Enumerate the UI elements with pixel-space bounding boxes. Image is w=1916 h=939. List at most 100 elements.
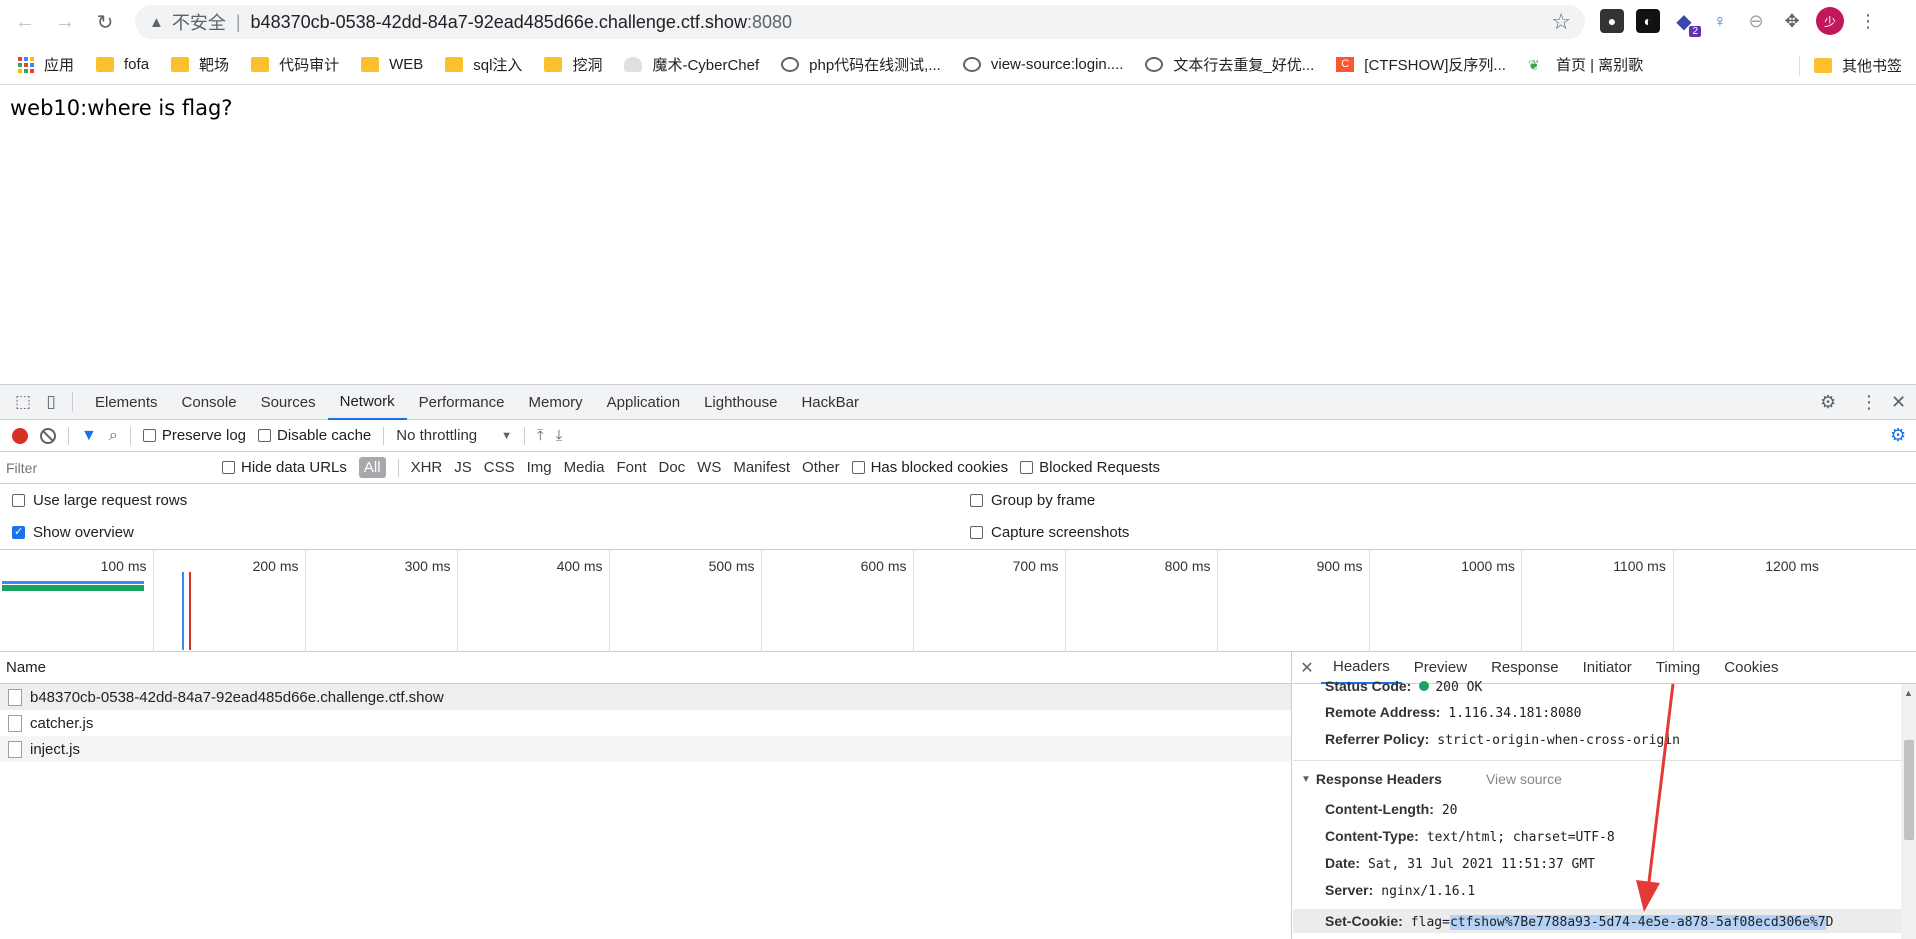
checkbox-box: [12, 494, 25, 507]
incognito-ext-icon[interactable]: ●: [1600, 9, 1624, 33]
back-icon[interactable]: ←: [10, 8, 40, 38]
folder-icon: [251, 57, 270, 72]
large-rows-checkbox[interactable]: Use large request rows: [12, 492, 187, 509]
response-headers-section[interactable]: ▼ Response Headers View source: [1301, 771, 1562, 787]
throttling-select[interactable]: No throttling ▼: [396, 427, 512, 444]
show-overview-checkbox[interactable]: Show overview: [12, 524, 134, 541]
filter-funnel-icon[interactable]: ▼: [81, 427, 97, 445]
tab-hackbar[interactable]: HackBar: [789, 385, 871, 420]
minus-circle-icon[interactable]: ⊖: [1744, 9, 1768, 33]
device-toolbar-icon[interactable]: ▯: [40, 391, 62, 413]
tab-performance[interactable]: Performance: [407, 385, 517, 420]
header-set-cookie[interactable]: Set-Cookie: flag=ctfshow%7Be7788a93-5d74-…: [1293, 909, 1901, 933]
bookmark-label: 应用: [44, 57, 75, 74]
tab-network[interactable]: Network: [327, 385, 407, 420]
settings-gear-icon[interactable]: ⚙: [1820, 392, 1836, 413]
bookmark-label: view-source:login....: [990, 56, 1124, 73]
filter-type-doc[interactable]: Doc: [658, 459, 685, 476]
filter-type-font[interactable]: Font: [616, 459, 646, 476]
export-har-icon[interactable]: ⤓: [556, 427, 563, 444]
ext-badge: 2: [1689, 26, 1701, 37]
bookmark-dedupe[interactable]: 文本行去重复_好优...: [1145, 54, 1314, 75]
close-devtools-icon[interactable]: ✕: [1891, 392, 1906, 413]
scroll-up-icon[interactable]: ▲: [1904, 688, 1913, 698]
hide-data-urls-checkbox[interactable]: Hide data URLs: [222, 459, 347, 476]
clear-icon[interactable]: [40, 427, 56, 444]
bookmark-lbg[interactable]: ❦ 首页 | 离别歌: [1528, 54, 1643, 75]
header-date: Date: Sat, 31 Jul 2021 11:51:37 GMT: [1325, 855, 1595, 872]
tab-lighthouse[interactable]: Lighthouse: [692, 385, 789, 420]
response-headers-title: Response Headers: [1315, 771, 1442, 787]
forward-icon[interactable]: →: [50, 8, 80, 38]
pin-ext-icon[interactable]: ♀: [1708, 9, 1732, 33]
bookmark-web[interactable]: WEB: [361, 56, 423, 73]
tab-memory[interactable]: Memory: [517, 385, 595, 420]
has-blocked-cookies-checkbox[interactable]: Has blocked cookies: [851, 459, 1008, 476]
network-settings-gear-icon[interactable]: ⚙: [1890, 425, 1906, 446]
menu-kebab-icon[interactable]: ⋮: [1856, 9, 1880, 33]
network-overview-timeline[interactable]: 100 ms 200 ms 300 ms 400 ms 500 ms 600 ms 700 …: [0, 550, 1916, 652]
bookmark-apps[interactable]: 应用: [18, 54, 74, 75]
filter-type-css[interactable]: CSS: [484, 459, 515, 476]
filter-type-all[interactable]: All: [358, 457, 386, 478]
scrollbar-thumb[interactable]: [1904, 740, 1914, 840]
tab-application[interactable]: Application: [595, 385, 692, 420]
detail-tab-cookies[interactable]: Cookies: [1712, 652, 1790, 684]
tab-elements[interactable]: Elements: [83, 385, 170, 420]
cookie-prefix: flag=: [1410, 915, 1450, 930]
preserve-log-checkbox[interactable]: Preserve log: [142, 427, 246, 444]
detail-tab-timing[interactable]: Timing: [1644, 652, 1712, 684]
bookmark-sqli[interactable]: sql注入: [445, 54, 522, 75]
bookmark-code-audit[interactable]: 代码审计: [251, 54, 339, 75]
more-options-icon[interactable]: ⋮: [1860, 392, 1878, 413]
address-bar[interactable]: ▲ 不安全 | b48370cb-0538-42dd-84a7-92ead485…: [135, 5, 1585, 39]
inspect-element-icon[interactable]: ⬚: [12, 391, 34, 413]
disable-cache-checkbox[interactable]: Disable cache: [258, 427, 371, 444]
hackbar-ext-icon[interactable]: ◆ 2: [1672, 9, 1701, 37]
header-key: Content-Type:: [1325, 828, 1419, 844]
search-icon[interactable]: ⌕: [109, 427, 118, 445]
filter-input[interactable]: [6, 456, 210, 479]
detail-tab-initiator[interactable]: Initiator: [1571, 652, 1644, 684]
detail-tab-response[interactable]: Response: [1479, 652, 1571, 684]
filter-type-img[interactable]: Img: [527, 459, 552, 476]
name-column-header[interactable]: Name: [0, 652, 1291, 684]
record-icon[interactable]: [12, 427, 28, 444]
filter-bar: Hide data URLs All XHR JS CSS Img Media …: [0, 452, 1916, 484]
detail-scrollbar[interactable]: ▲: [1901, 684, 1916, 939]
bookmark-star-icon[interactable]: ☆: [1551, 9, 1571, 35]
filter-type-other[interactable]: Other: [802, 459, 840, 476]
group-by-frame-checkbox[interactable]: Group by frame: [970, 492, 1095, 509]
filter-type-xhr[interactable]: XHR: [411, 459, 443, 476]
request-row[interactable]: b48370cb-0538-42dd-84a7-92ead485d66e.cha…: [0, 684, 1291, 710]
timeline-tick-label: 900 ms: [1316, 558, 1363, 574]
bookmark-vuln-hunt[interactable]: 挖洞: [544, 54, 602, 75]
filter-type-manifest[interactable]: Manifest: [733, 459, 790, 476]
puzzle-extensions-icon[interactable]: ✥: [1780, 9, 1804, 33]
view-source-link[interactable]: View source: [1486, 771, 1562, 787]
filter-type-js[interactable]: JS: [454, 459, 472, 476]
bookmarks-bar: 应用 fofa 靶场 代码审计 WEB sql注入 挖洞 魔术-CyberChe…: [0, 45, 1916, 85]
bookmark-php-test[interactable]: php代码在线测试,...: [781, 54, 941, 75]
capture-screenshots-checkbox[interactable]: Capture screenshots: [970, 524, 1129, 541]
tab-console[interactable]: Console: [170, 385, 249, 420]
ghost-ext-icon[interactable]: ◐: [1636, 9, 1660, 33]
other-bookmarks[interactable]: 其他书签: [1798, 55, 1902, 76]
tab-sources[interactable]: Sources: [249, 385, 328, 420]
bookmark-fofa[interactable]: fofa: [96, 56, 149, 73]
profile-avatar[interactable]: 少: [1816, 7, 1844, 35]
request-row[interactable]: catcher.js: [0, 710, 1291, 736]
filter-type-media[interactable]: Media: [564, 459, 605, 476]
request-row[interactable]: inject.js: [0, 736, 1291, 762]
close-detail-icon[interactable]: ✕: [1293, 658, 1321, 678]
bookmark-range[interactable]: 靶场: [171, 54, 229, 75]
bookmark-ctfshow-unserialize[interactable]: C [CTFSHOW]反序列...: [1336, 54, 1506, 75]
bookmark-cyberchef[interactable]: 魔术-CyberChef: [624, 54, 759, 75]
throttling-value: No throttling: [396, 427, 478, 444]
reload-icon[interactable]: ↻: [90, 8, 120, 38]
filter-type-ws[interactable]: WS: [697, 459, 721, 476]
blocked-requests-checkbox[interactable]: Blocked Requests: [1020, 459, 1160, 476]
import-har-icon[interactable]: ⤒: [537, 427, 544, 444]
bookmark-view-source[interactable]: view-source:login....: [962, 56, 1124, 73]
bookmark-label: 魔术-CyberChef: [652, 57, 760, 74]
